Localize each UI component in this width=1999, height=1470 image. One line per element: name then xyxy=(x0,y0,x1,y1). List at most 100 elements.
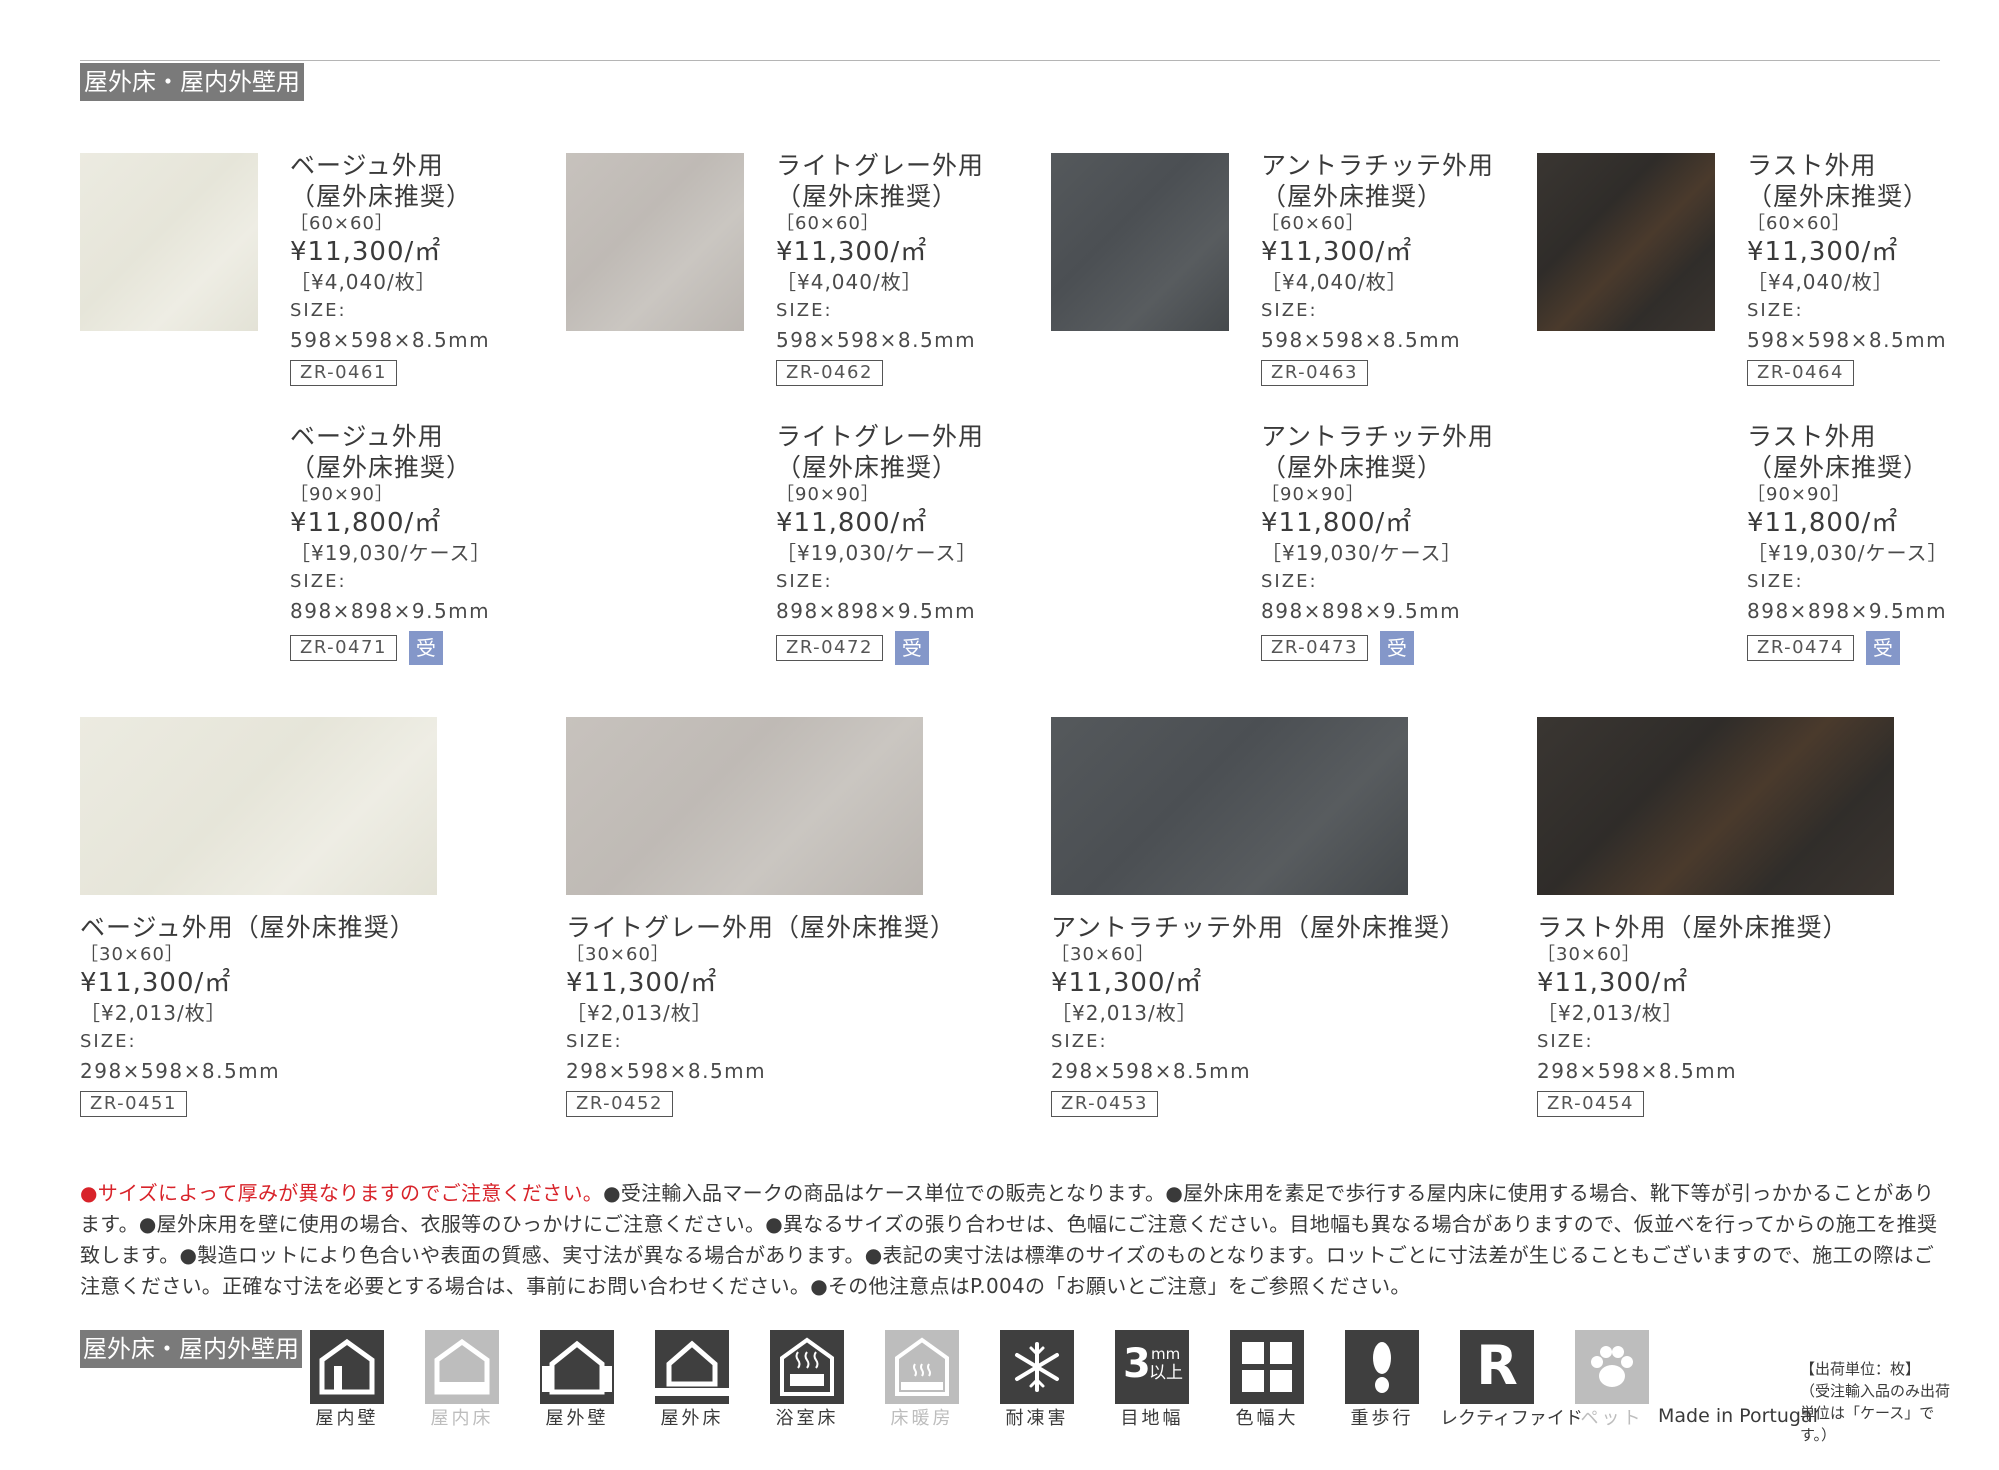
product-code: ZR-0471 xyxy=(290,635,397,661)
shipping-note-line: 【出荷単位：枚】 xyxy=(1800,1360,1921,1378)
product-code: ZR-0462 xyxy=(776,360,883,386)
product-dimension: ［60×60］ xyxy=(1261,213,1365,234)
notes-warning: ●サイズによって厚みが異なりますのでご注意ください。 xyxy=(80,1181,604,1205)
product-size: 598×598×8.5mm xyxy=(1747,328,1948,352)
legend-item: 屋外床 xyxy=(655,1330,729,1431)
product-unit-price: ［¥19,030/ケース］ xyxy=(290,541,492,565)
product-unit-price: ［¥19,030/ケース］ xyxy=(1747,541,1949,565)
size-label: SIZE: xyxy=(80,1031,137,1052)
legend-item-label: レクティファイド xyxy=(1440,1408,1583,1429)
code-row: ZR-0453 xyxy=(1051,1091,1491,1117)
product-unit-price: ［¥2,013/枚］ xyxy=(566,1001,713,1025)
product-card: ベージュ外用（屋外床推奨） ［30×60］ ¥11,300/㎡ ［¥2,013/枚］ S… xyxy=(80,912,520,1117)
product-price: ¥11,300/㎡ xyxy=(566,968,718,998)
legend-item-label: 浴室床 xyxy=(775,1408,839,1429)
product-price: ¥11,300/㎡ xyxy=(290,237,442,267)
product-name: ライトグレー外用（屋外床推奨） xyxy=(566,913,957,942)
product-unit-price: ［¥4,040/枚］ xyxy=(1747,270,1894,294)
product-dimension: ［90×90］ xyxy=(290,484,394,505)
legend-item: 重歩行 xyxy=(1345,1330,1419,1431)
product-code: ZR-0461 xyxy=(290,360,397,386)
legend-item: 耐凍害 xyxy=(1000,1330,1074,1431)
swatch-anthracite-wide xyxy=(1051,717,1408,895)
product-name-note: （屋外床推奨） xyxy=(290,182,473,211)
product-unit-price: ［¥2,013/枚］ xyxy=(1051,1001,1198,1025)
product-unit-price: ［¥19,030/ケース］ xyxy=(776,541,978,565)
product-unit-price: ［¥2,013/枚］ xyxy=(1537,1001,1684,1025)
indoor-floor-icon xyxy=(425,1330,499,1404)
code-row: ZR-0474 受 xyxy=(1747,631,1987,665)
swatch-beige-square xyxy=(80,153,258,331)
size-label: SIZE: xyxy=(1261,571,1318,592)
code-row: ZR-0451 xyxy=(80,1091,520,1117)
product-card: アントラチッテ外用 （屋外床推奨） ［90×90］ ¥11,800/㎡ ［¥19,030… xyxy=(1261,421,1501,665)
floor-heating-icon xyxy=(885,1330,959,1404)
size-label: SIZE: xyxy=(1537,1031,1594,1052)
product-code: ZR-0473 xyxy=(1261,635,1368,661)
color-variation-icon xyxy=(1230,1330,1304,1404)
product-name: ベージュ外用（屋外床推奨） xyxy=(80,913,416,942)
frost-resistant-icon xyxy=(1000,1330,1074,1404)
code-row: ZR-0471 受 xyxy=(290,631,530,665)
product-size: 598×598×8.5mm xyxy=(290,328,491,352)
rectified-icon: R xyxy=(1460,1330,1534,1404)
code-row: ZR-0462 xyxy=(776,360,1016,386)
product-code: ZR-0474 xyxy=(1747,635,1854,661)
pet-icon xyxy=(1575,1330,1649,1404)
legend-item: ペット xyxy=(1575,1330,1649,1431)
product-unit-price: ［¥4,040/枚］ xyxy=(776,270,923,294)
product-size: 598×598×8.5mm xyxy=(776,328,977,352)
product-code: ZR-0454 xyxy=(1537,1091,1644,1117)
product-code: ZR-0452 xyxy=(566,1091,673,1117)
icon-text: 3 xyxy=(1123,1341,1151,1387)
legend-item-label: 色幅大 xyxy=(1235,1408,1299,1429)
shipping-note: 【出荷単位：枚】 （受注輸入品のみ出荷 単位は「ケース」です。） xyxy=(1800,1358,1950,1446)
product-unit-price: ［¥19,030/ケース］ xyxy=(1261,541,1463,565)
bathroom-floor-icon xyxy=(770,1330,844,1404)
product-name-note: （屋外床推奨） xyxy=(1261,182,1444,211)
product-size: 598×598×8.5mm xyxy=(1261,328,1462,352)
legend-item: 3 mm 以上 目地幅 xyxy=(1115,1330,1189,1431)
legend-item-label: 重歩行 xyxy=(1350,1408,1414,1429)
product-name-note: （屋外床推奨） xyxy=(1747,453,1930,482)
product-price: ¥11,300/㎡ xyxy=(1051,968,1203,998)
product-dimension: ［90×90］ xyxy=(776,484,880,505)
code-row: ZR-0452 xyxy=(566,1091,1006,1117)
product-card: ラスト外用（屋外床推奨） ［30×60］ ¥11,300/㎡ ［¥2,013/枚］ SI… xyxy=(1537,912,1977,1117)
size-label: SIZE: xyxy=(566,1031,623,1052)
product-card: アントラチッテ外用 （屋外床推奨） ［60×60］ ¥11,300/㎡ ［¥4,040/… xyxy=(1261,150,1501,386)
section-label: 屋外床・屋内外壁用 xyxy=(80,63,304,101)
product-price: ¥11,300/㎡ xyxy=(1537,968,1689,998)
product-name: アントラチッテ外用 xyxy=(1261,422,1495,451)
product-name-note: （屋外床推奨） xyxy=(776,453,959,482)
legend-item: R レクティファイド xyxy=(1440,1330,1583,1431)
legend-item: 屋内床 xyxy=(425,1330,499,1431)
notes: ●サイズによって厚みが異なりますのでご注意ください。●受注輸入品マークの商品はケ… xyxy=(80,1178,1940,1302)
legend-item-label: 目地幅 xyxy=(1120,1408,1184,1429)
code-row: ZR-0472 受 xyxy=(776,631,1016,665)
product-name: アントラチッテ外用 xyxy=(1261,151,1495,180)
product-name-note: （屋外床推奨） xyxy=(776,182,959,211)
legend-item-label: 屋内壁 xyxy=(315,1408,379,1429)
product-dimension: ［30×60］ xyxy=(1537,944,1641,965)
product-code: ZR-0453 xyxy=(1051,1091,1158,1117)
product-price: ¥11,300/㎡ xyxy=(1747,237,1899,267)
product-name: ラスト外用（屋外床推奨） xyxy=(1537,913,1849,942)
product-size: 298×598×8.5mm xyxy=(1051,1059,1252,1083)
swatch-anthracite-square xyxy=(1051,153,1229,331)
made-in-label: Made in Portugal xyxy=(1658,1405,1818,1427)
legend-item: 色幅大 xyxy=(1230,1330,1304,1431)
product-dimension: ［30×60］ xyxy=(566,944,670,965)
product-code: ZR-0451 xyxy=(80,1091,187,1117)
swatch-light-grey-wide xyxy=(566,717,923,895)
product-dimension: ［90×90］ xyxy=(1261,484,1365,505)
product-card: ベージュ外用 （屋外床推奨） ［60×60］ ¥11,300/㎡ ［¥4,040/枚］ S… xyxy=(290,150,530,386)
size-label: SIZE: xyxy=(1747,571,1804,592)
product-name: ラスト外用 xyxy=(1747,422,1877,451)
product-name: ベージュ外用 xyxy=(290,151,444,180)
legend-label: 屋外床・屋内外壁用 xyxy=(80,1330,302,1368)
product-name: ラスト外用 xyxy=(1747,151,1877,180)
product-price: ¥11,800/㎡ xyxy=(1261,508,1413,538)
product-size: 898×898×9.5mm xyxy=(776,599,977,623)
legend-item-label: 床暖房 xyxy=(890,1408,954,1429)
